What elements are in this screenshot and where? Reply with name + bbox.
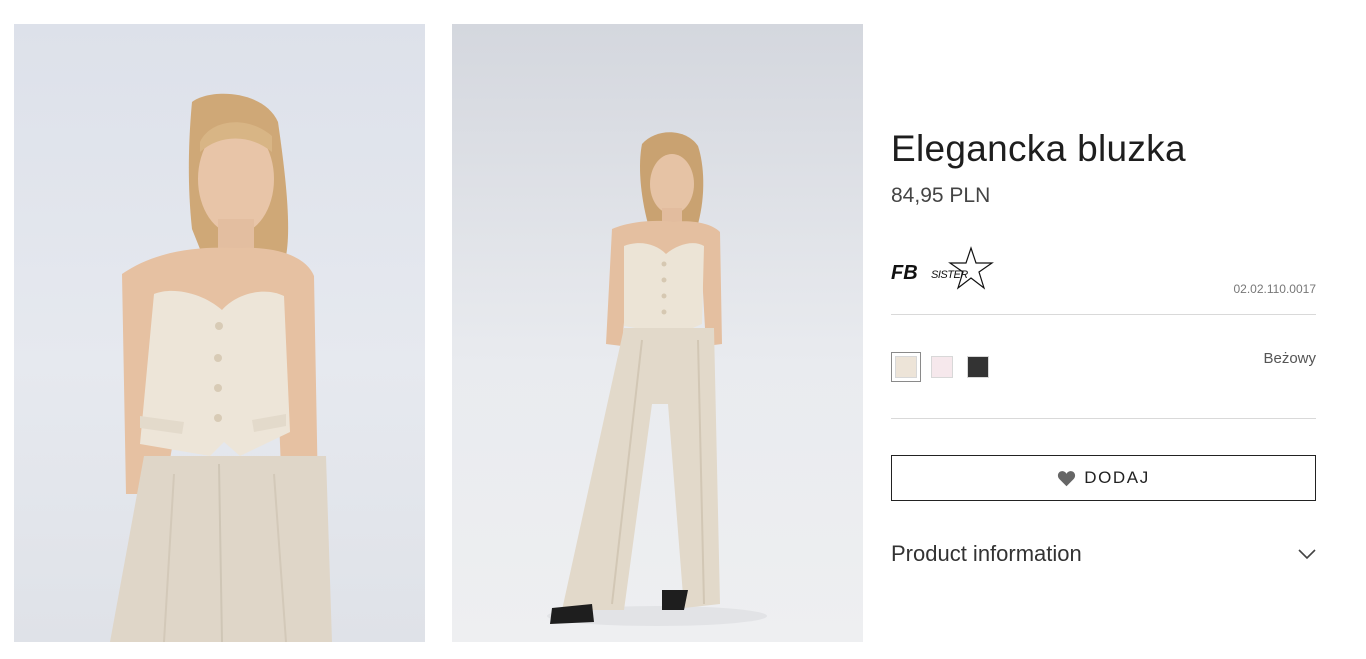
- color-swatch-light-pink[interactable]: [927, 352, 957, 382]
- product-info-panel: Elegancka bluzka 84,95 PLN FB SISTER 02.…: [891, 0, 1316, 659]
- swatch-fill: [895, 356, 917, 378]
- divider: [891, 314, 1316, 315]
- product-title: Elegancka bluzka: [891, 128, 1186, 169]
- svg-text:SISTER: SISTER: [931, 269, 968, 281]
- selected-color-label: Beżowy: [1263, 350, 1316, 367]
- brand-logo[interactable]: FB SISTER: [891, 246, 1001, 294]
- svg-text:FB: FB: [891, 262, 918, 284]
- color-swatches: [891, 352, 993, 382]
- swatch-fill: [967, 356, 989, 378]
- product-price: 84,95 PLN: [891, 184, 991, 207]
- add-to-wishlist-button[interactable]: DODAJ: [891, 455, 1316, 501]
- divider: [891, 418, 1316, 419]
- product-sku: 02.02.110.0017: [1233, 282, 1316, 296]
- color-swatch-beige[interactable]: [891, 352, 921, 382]
- product-information-accordion[interactable]: Product information: [891, 536, 1316, 572]
- add-button-label: DODAJ: [1084, 468, 1150, 487]
- chevron-down-icon: [1298, 549, 1316, 560]
- product-photo-front[interactable]: [14, 24, 425, 642]
- color-swatch-black[interactable]: [963, 352, 993, 382]
- accordion-label: Product information: [891, 541, 1082, 566]
- product-photo-full[interactable]: [452, 24, 863, 642]
- product-page: Elegancka bluzka 84,95 PLN FB SISTER 02.…: [0, 0, 1366, 659]
- swatch-fill: [931, 356, 953, 378]
- heart-icon: [1058, 470, 1076, 486]
